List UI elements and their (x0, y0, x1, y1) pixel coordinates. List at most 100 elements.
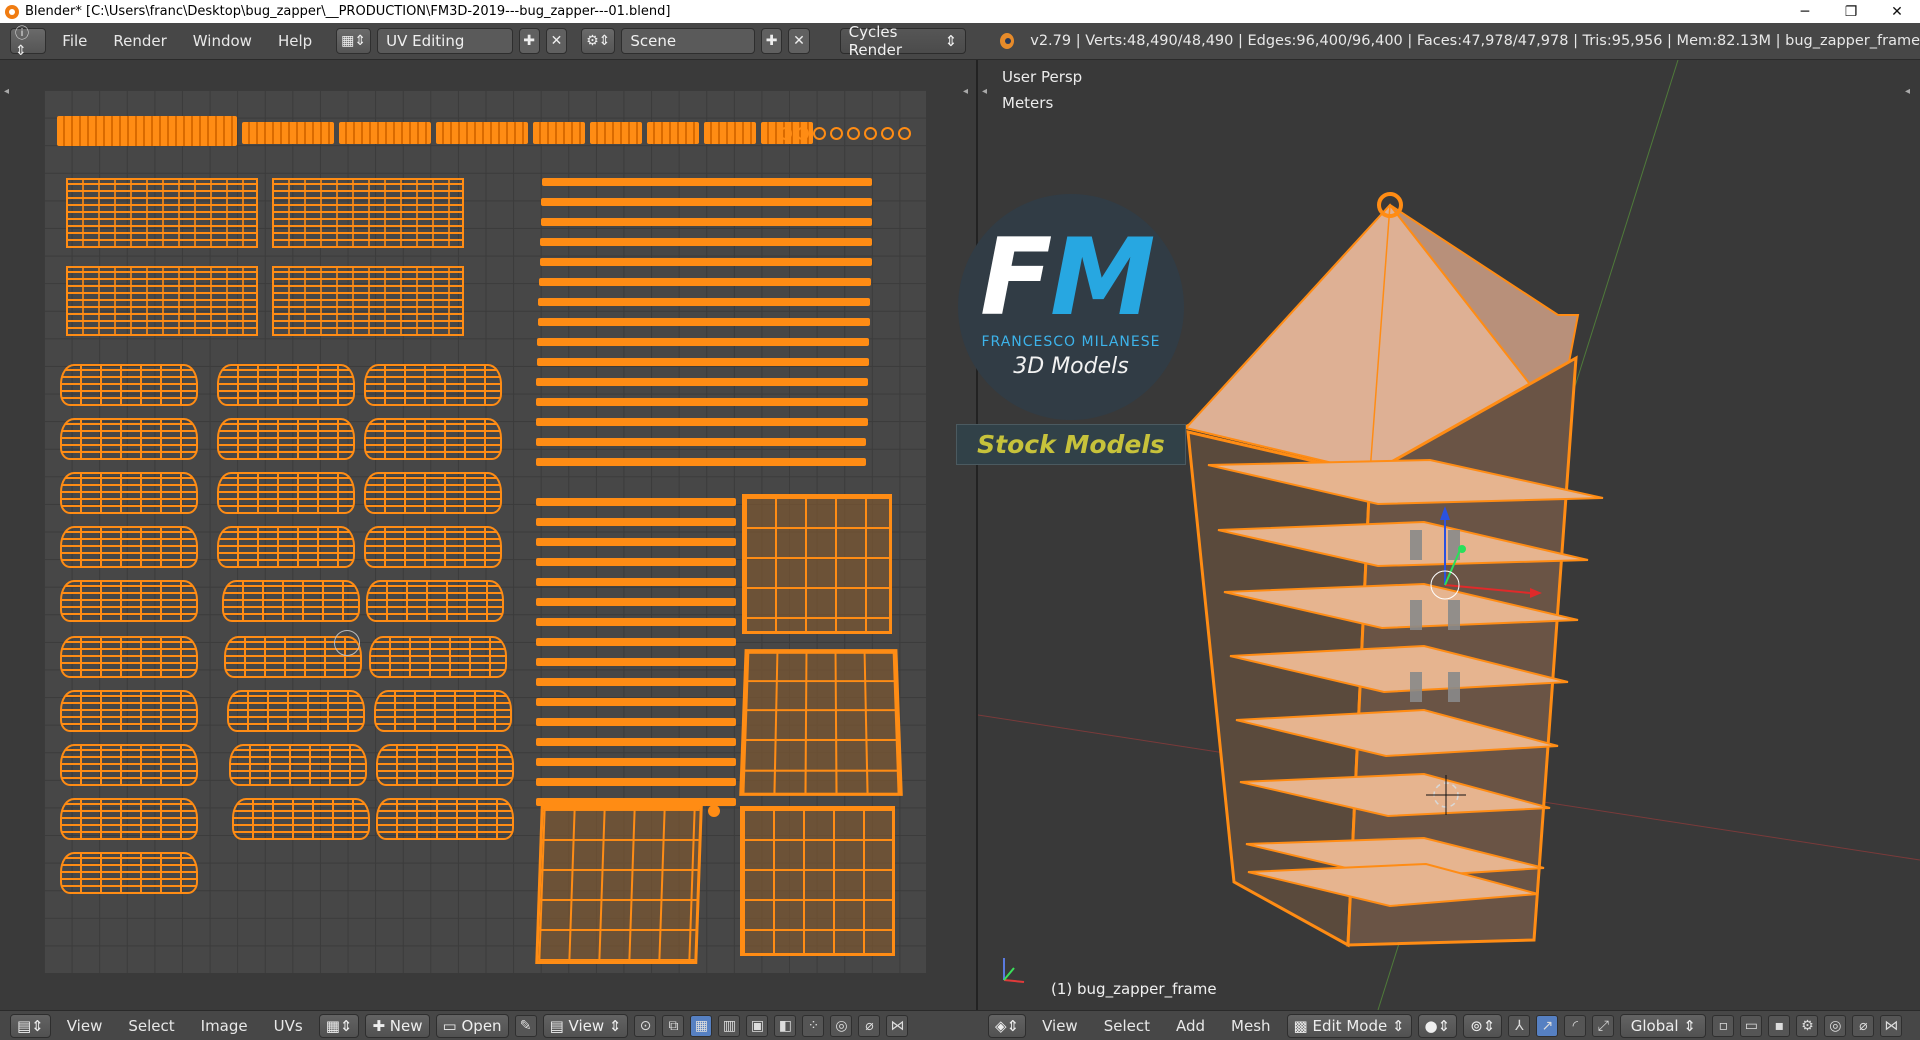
uv-island[interactable] (374, 690, 512, 732)
uv-island[interactable] (538, 298, 870, 306)
remove-layout-button[interactable]: ✕ (545, 28, 568, 54)
uv-island[interactable] (60, 580, 198, 622)
vp-menu-add[interactable]: Add (1166, 1017, 1215, 1035)
uv-island[interactable] (217, 472, 355, 514)
uv-island[interactable] (830, 127, 843, 140)
uv-island[interactable] (376, 744, 514, 786)
proportional-edit-icon[interactable]: ◎ (830, 1014, 853, 1037)
scene-browse-button[interactable]: ⚙⇕ (581, 28, 616, 54)
snap-element-icon[interactable]: ⋈ (1880, 1014, 1903, 1037)
uv-island[interactable] (217, 526, 355, 568)
view-mode-select[interactable]: ▤ View ⇕ (542, 1013, 629, 1038)
uv-island[interactable] (536, 698, 736, 706)
uv-menu-select[interactable]: Select (118, 1017, 184, 1035)
uv-island[interactable] (864, 127, 877, 140)
bug-zapper-mesh[interactable] (1177, 192, 1604, 948)
uv-island[interactable] (647, 122, 699, 144)
menu-file[interactable]: File (52, 32, 97, 50)
uv-island[interactable] (57, 116, 237, 146)
uv-island[interactable] (536, 398, 868, 406)
island-select-icon[interactable]: ◧ (774, 1014, 797, 1037)
uv-island[interactable] (881, 127, 894, 140)
uv-island[interactable] (227, 690, 365, 732)
pivot-icon[interactable]: ⊙ (634, 1014, 657, 1037)
uv-island[interactable] (779, 127, 792, 140)
uv-island[interactable] (704, 122, 756, 144)
uv-island[interactable] (537, 338, 869, 346)
new-image-button[interactable]: ✚ New (365, 1013, 430, 1038)
add-layout-button[interactable]: ✚ (518, 28, 540, 54)
editor-type-info-button[interactable]: ⓘ ⇕ (10, 26, 47, 59)
uv-island[interactable] (796, 127, 809, 140)
uv-island[interactable] (541, 218, 872, 226)
menu-render[interactable]: Render (103, 32, 176, 50)
sticky-select-icon[interactable]: ⁘ (802, 1014, 825, 1037)
uv-island[interactable] (536, 798, 736, 806)
snap-icon[interactable]: ⌀ (858, 1014, 881, 1037)
uv-island[interactable] (536, 418, 868, 426)
uv-island[interactable] (536, 538, 736, 546)
uv-island[interactable] (536, 718, 736, 726)
edge-select-mode-icon[interactable]: ▭ (1740, 1014, 1763, 1037)
uv-menu-uvs[interactable]: UVs (264, 1017, 313, 1035)
uv-island[interactable] (536, 518, 736, 526)
uv-island[interactable] (272, 266, 464, 336)
uv-island[interactable] (536, 778, 736, 786)
uv-island[interactable] (536, 618, 736, 626)
pivot-select[interactable]: ⊚⇕ (1463, 1013, 1503, 1038)
uv-island[interactable] (60, 852, 198, 894)
uv-island[interactable] (542, 178, 872, 186)
uv-island[interactable] (229, 744, 367, 786)
sync-selection-icon[interactable]: ⧉ (662, 1014, 685, 1037)
menu-window[interactable]: Window (183, 32, 262, 50)
translate-manipulator-icon[interactable]: ↗ (1536, 1014, 1559, 1037)
uv-island[interactable] (222, 580, 360, 622)
uv-island[interactable] (232, 798, 370, 840)
uv-island[interactable] (536, 378, 868, 386)
snap-target-icon[interactable]: ⋈ (886, 1014, 909, 1037)
uv-island[interactable] (541, 198, 872, 206)
uv-island[interactable] (536, 458, 866, 466)
uv-island[interactable] (364, 526, 502, 568)
uv-island[interactable] (60, 798, 198, 840)
uv-island[interactable] (898, 127, 911, 140)
uv-island[interactable] (533, 122, 585, 144)
uv-island[interactable] (536, 498, 736, 506)
expand-properties-icon[interactable]: ◂ (963, 86, 973, 97)
uv-island[interactable] (708, 805, 720, 817)
uv-island[interactable] (538, 318, 870, 326)
uv-island[interactable] (376, 798, 514, 840)
manipulator-toggle-icon[interactable]: ⅄ (1508, 1014, 1531, 1037)
minimize-button[interactable]: ─ (1782, 0, 1828, 23)
menu-help[interactable]: Help (268, 32, 322, 50)
uv-canvas[interactable] (44, 90, 926, 973)
scale-manipulator-icon[interactable]: ⤢ (1592, 1014, 1615, 1037)
screen-layout-browse-button[interactable]: ▦⇕ (336, 28, 372, 54)
editor-type-button[interactable]: ▤⇕ (10, 1013, 51, 1038)
screen-layout-field[interactable]: UV Editing (377, 28, 513, 54)
uv-island[interactable] (536, 678, 736, 686)
open-image-button[interactable]: ▭ Open (435, 1013, 509, 1038)
close-button[interactable]: ✕ (1874, 0, 1920, 23)
uv-island[interactable] (60, 636, 198, 678)
uv-island[interactable] (242, 122, 334, 144)
uv-menu-image[interactable]: Image (191, 1017, 258, 1035)
mode-select[interactable]: ▩ Edit Mode ⇕ (1286, 1013, 1412, 1038)
render-engine-select[interactable]: Cycles Render ⇕ (839, 23, 967, 59)
uv-island[interactable] (536, 758, 736, 766)
uv-island[interactable] (536, 578, 736, 586)
uv-image-editor[interactable]: ◂ ◂ (0, 60, 978, 1010)
pin-icon[interactable]: ✎ (514, 1014, 537, 1037)
maximize-button[interactable]: ❐ (1828, 0, 1874, 23)
vertex-select-icon[interactable]: ▦ (690, 1014, 713, 1037)
uv-island[interactable] (535, 806, 703, 964)
uv-island[interactable] (742, 494, 892, 634)
remove-scene-button[interactable]: ✕ (788, 28, 810, 54)
uv-island[interactable] (66, 178, 258, 248)
uv-island[interactable] (60, 418, 198, 460)
vp-menu-mesh[interactable]: Mesh (1221, 1017, 1281, 1035)
uv-menu-view[interactable]: View (57, 1017, 113, 1035)
uv-island[interactable] (739, 649, 903, 796)
uv-island[interactable] (539, 278, 871, 286)
edge-select-icon[interactable]: ▥ (718, 1014, 741, 1037)
